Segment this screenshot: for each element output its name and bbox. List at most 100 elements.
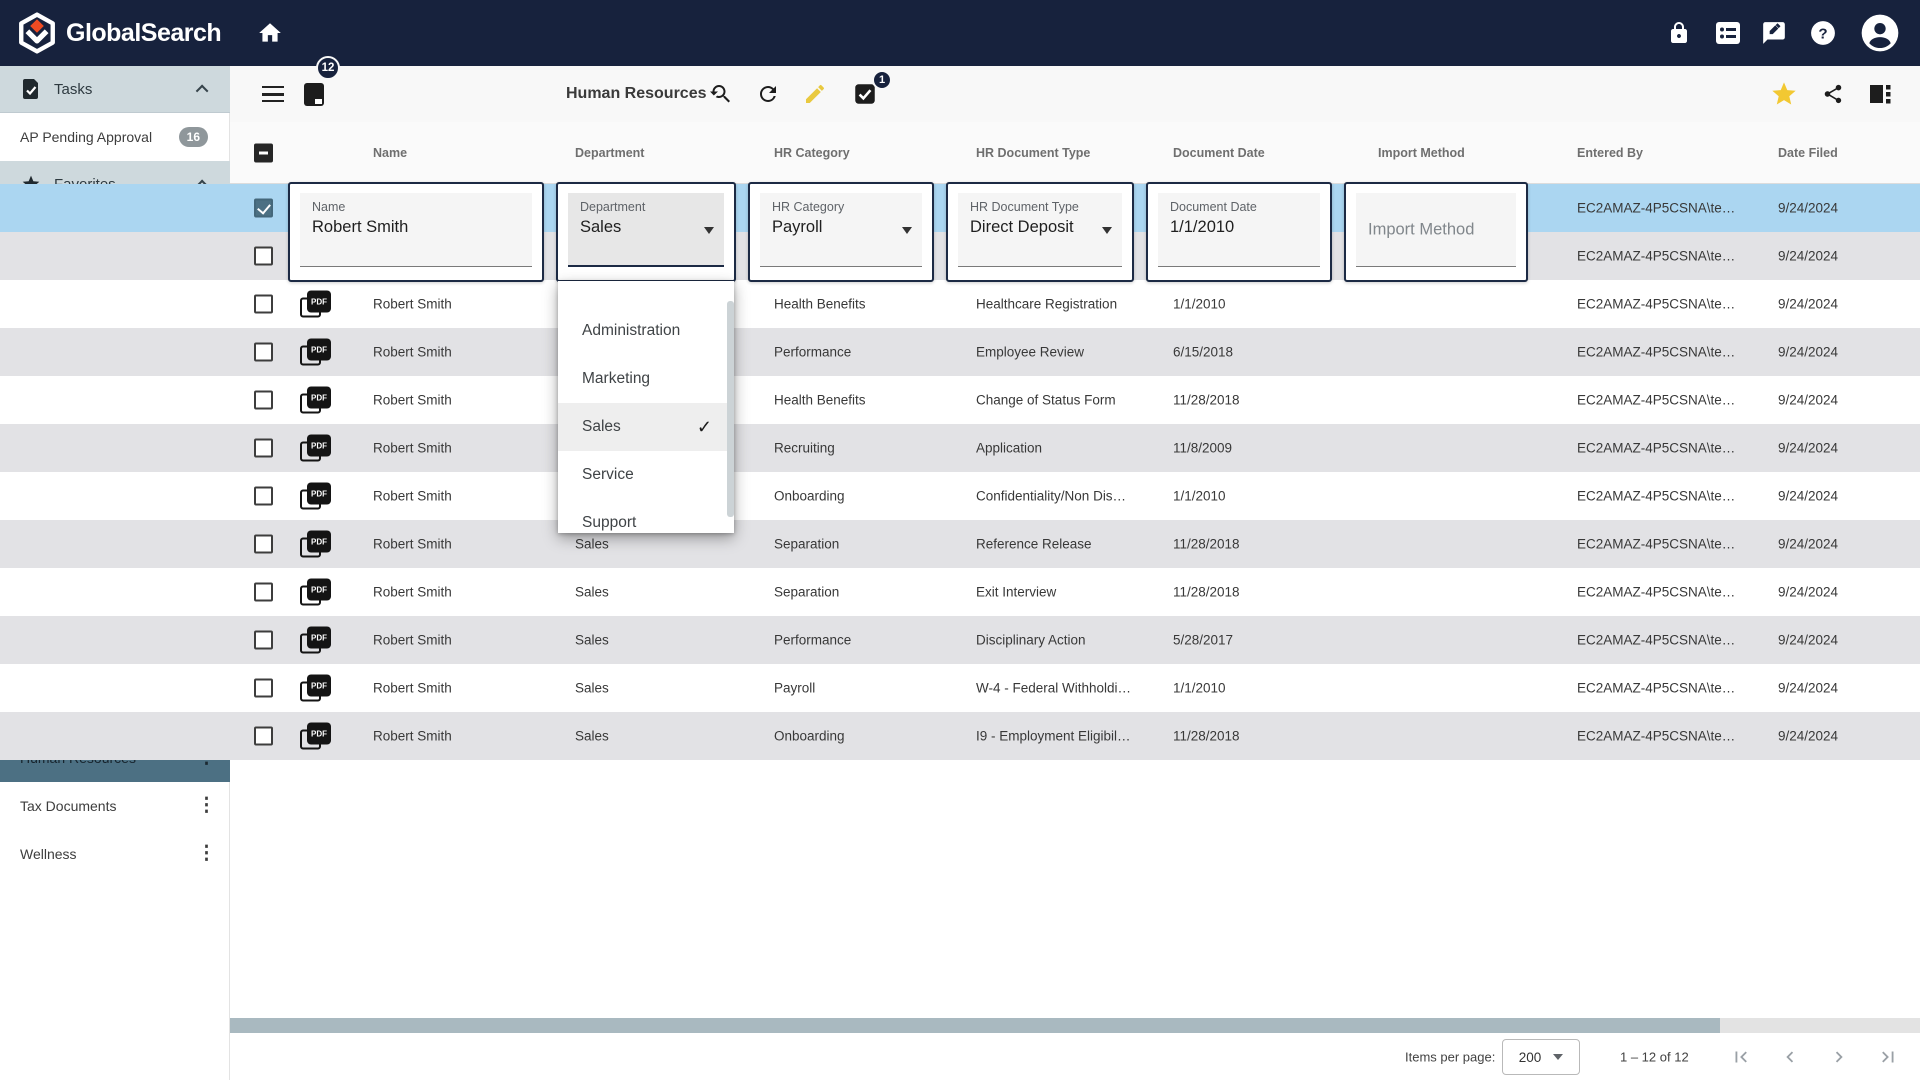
horizontal-scrollbar-thumb[interactable] [230, 1018, 1720, 1033]
row-checkbox[interactable] [254, 487, 273, 506]
pdf-icon[interactable]: PDF [300, 387, 331, 414]
results-count-button[interactable]: 12 [304, 82, 348, 106]
row-checkbox[interactable] [254, 247, 273, 266]
hr-document-type-select[interactable]: Direct Deposit [970, 218, 1112, 237]
hr-category-select[interactable]: Payroll [772, 218, 912, 237]
column-header-department[interactable]: Department [575, 146, 644, 160]
table-row[interactable]: PDFRobert SmithSalesPerformanceEmployee … [0, 328, 1920, 376]
table-row[interactable]: PDFRobert SmithSalesSeparationExit Inter… [0, 568, 1920, 616]
cell-entered-by: EC2AMAZ-4P5CSNA\te… [1577, 393, 1735, 408]
edit-field-hr-document-type[interactable]: HR Document Type Direct Deposit [946, 182, 1134, 282]
search-again-button[interactable] [708, 82, 732, 106]
row-checkbox[interactable] [254, 439, 273, 458]
kebab-menu-icon[interactable]: ⋮ [197, 849, 216, 859]
edit-field-import-method[interactable]: Import Method [1344, 182, 1528, 282]
feedback-button[interactable] [1752, 0, 1796, 66]
edit-field-document-date[interactable]: Document Date 1/1/2010 [1146, 182, 1332, 282]
cell-entered-by: EC2AMAZ-4P5CSNA\te… [1577, 729, 1735, 744]
table-row[interactable]: PDFRobert SmithSalesOnboardingConfidenti… [0, 472, 1920, 520]
account-button[interactable] [1852, 0, 1908, 66]
dropdown-scrollbar[interactable] [727, 301, 734, 517]
dropdown-blank-option[interactable] [558, 281, 734, 307]
table-row[interactable]: PDFRobert SmithSalesPayrollW-4 - Federal… [0, 664, 1920, 712]
sidebar-item-archive-wellness[interactable]: Wellness ⋮ [0, 830, 230, 878]
pdf-icon[interactable]: PDF [300, 483, 331, 510]
refresh-button[interactable] [756, 82, 780, 106]
cell-hr-category: Performance [774, 633, 851, 648]
dropdown-option[interactable]: Support [558, 499, 734, 533]
select-all-checkbox[interactable] [254, 143, 273, 162]
document-date-input[interactable]: 1/1/2010 [1170, 218, 1310, 237]
last-page-button[interactable] [1875, 1044, 1901, 1070]
row-checkbox[interactable] [254, 679, 273, 698]
lock-button[interactable] [1657, 0, 1701, 66]
table-row[interactable]: PDFRobert SmithSalesOnboardingI9 - Emplo… [0, 712, 1920, 760]
table-row[interactable]: PDFRobert SmithSalesSeparationReference … [0, 520, 1920, 568]
count-badge: 16 [179, 127, 208, 147]
globalsearch-window: GlobalSearch ? [0, 0, 1920, 1080]
view-list-button[interactable] [1706, 0, 1750, 66]
sidebar-item-archive-tax-documents[interactable]: Tax Documents ⋮ [0, 782, 230, 830]
row-checkbox[interactable] [254, 583, 273, 602]
table-row[interactable]: PDFRobert SmithSalesHealth BenefitsChang… [0, 376, 1920, 424]
row-checkbox[interactable] [254, 199, 273, 218]
share-button[interactable] [1822, 83, 1844, 105]
pdf-icon[interactable]: PDF [300, 723, 331, 750]
cell-document-date: 11/8/2009 [1173, 441, 1232, 456]
name-input[interactable]: Robert Smith [312, 218, 522, 237]
column-header-name[interactable]: Name [373, 146, 407, 160]
column-header-document-date[interactable]: Document Date [1173, 146, 1265, 160]
sidebar-section-tasks[interactable]: Tasks [0, 66, 230, 113]
kebab-menu-icon[interactable]: ⋮ [197, 801, 216, 811]
edit-field-name[interactable]: Name Robert Smith [288, 182, 544, 282]
previous-page-button[interactable] [1777, 1044, 1803, 1070]
department-select[interactable]: Sales [580, 218, 714, 237]
menu-button[interactable] [262, 86, 284, 102]
edit-button[interactable] [803, 82, 827, 106]
row-checkbox[interactable] [254, 391, 273, 410]
row-checkbox[interactable] [254, 727, 273, 746]
first-page-button[interactable] [1728, 1044, 1754, 1070]
row-checkbox[interactable] [254, 535, 273, 554]
horizontal-scrollbar-track[interactable] [230, 1018, 1920, 1033]
pdf-icon[interactable]: PDF [300, 627, 331, 654]
help-button[interactable]: ? [1801, 0, 1845, 66]
dropdown-option[interactable]: Administration [558, 307, 734, 355]
dropdown-option[interactable]: Marketing [558, 355, 734, 403]
dropdown-arrow-icon[interactable] [1102, 227, 1112, 234]
row-checkbox[interactable] [254, 295, 273, 314]
column-header-hr-document-type[interactable]: HR Document Type [976, 146, 1090, 160]
pdf-icon[interactable]: PDF [300, 435, 331, 462]
pdf-icon[interactable]: PDF [300, 291, 331, 318]
dropdown-arrow-icon[interactable] [704, 227, 714, 234]
items-per-page-select[interactable]: 200 [1502, 1039, 1580, 1075]
table-row[interactable]: PDFRobert SmithSalesRecruitingApplicatio… [0, 424, 1920, 472]
sidebar-item-ap-pending-approval[interactable]: AP Pending Approval 16 [0, 113, 230, 161]
pdf-icon[interactable]: PDF [300, 531, 331, 558]
pdf-icon[interactable]: PDF [300, 339, 331, 366]
dropdown-option[interactable]: Sales✓ [558, 403, 734, 451]
table-row[interactable]: PDFRobert SmithSalesPerformanceDisciplin… [0, 616, 1920, 664]
pdf-icon[interactable]: PDF [300, 579, 331, 606]
dropdown-option[interactable]: Service [558, 451, 734, 499]
pdf-icon[interactable]: PDF [300, 675, 331, 702]
option-label: Support [582, 514, 636, 532]
table-row[interactable]: PDFRobert SmithSalesHealth BenefitsHealt… [0, 280, 1920, 328]
home-button[interactable] [248, 0, 292, 66]
import-method-input[interactable]: Import Method [1368, 220, 1474, 239]
cell-hr-document-type: Exit Interview [976, 585, 1056, 600]
edit-field-hr-category[interactable]: HR Category Payroll [748, 182, 934, 282]
row-checkbox[interactable] [254, 343, 273, 362]
column-header-import-method[interactable]: Import Method [1378, 146, 1465, 160]
app-logo[interactable]: GlobalSearch [16, 12, 221, 54]
tasks-selected-button[interactable]: 1 [852, 81, 898, 107]
viewer-panel-button[interactable] [1868, 83, 1892, 105]
column-header-entered-by[interactable]: Entered By [1577, 146, 1643, 160]
edit-field-department[interactable]: Department Sales [556, 182, 736, 282]
next-page-button[interactable] [1826, 1044, 1852, 1070]
dropdown-arrow-icon[interactable] [902, 227, 912, 234]
favorite-button[interactable] [1770, 80, 1798, 108]
column-header-hr-category[interactable]: HR Category [774, 146, 850, 160]
column-header-date-filed[interactable]: Date Filed [1778, 146, 1838, 160]
row-checkbox[interactable] [254, 631, 273, 650]
